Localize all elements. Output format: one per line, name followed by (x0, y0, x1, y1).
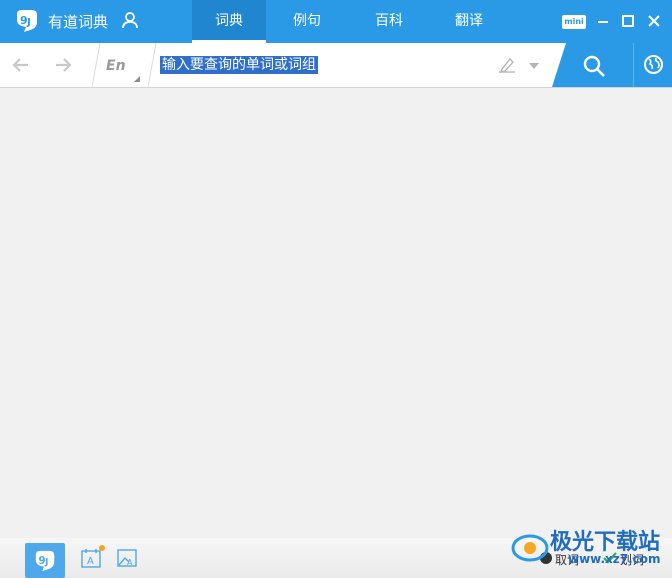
maximize-icon[interactable] (619, 12, 637, 30)
language-corner-icon (134, 76, 140, 82)
globe-icon (644, 55, 663, 74)
online-search-button[interactable] (633, 43, 672, 87)
language-toggle[interactable]: En (106, 54, 144, 78)
user-icon[interactable] (121, 11, 139, 29)
svg-text:A: A (127, 558, 133, 567)
close-icon[interactable] (645, 12, 663, 30)
search-input[interactable]: 输入要查询的单词或词组 (160, 54, 480, 76)
svg-text:J: J (44, 557, 48, 568)
minimize-icon[interactable] (594, 12, 612, 30)
search-input-text: 输入要查询的单词或词组 (160, 56, 318, 74)
back-arrow-icon[interactable] (11, 56, 31, 74)
tab-examples-label: 例句 (293, 13, 321, 29)
content-area (0, 88, 672, 538)
watermark-url: www.xz7.com (568, 552, 661, 566)
separator (91, 43, 101, 87)
search-icon (583, 55, 605, 77)
separator (147, 43, 157, 87)
dropdown-icon[interactable] (529, 63, 539, 69)
tab-translate-label: 翻译 (455, 13, 483, 29)
mini-mode-button[interactable]: mini (562, 15, 586, 29)
search-button[interactable] (552, 43, 634, 87)
notification-dot (99, 545, 105, 551)
image-translate-icon[interactable]: A (117, 548, 137, 568)
tab-dictionary[interactable]: 词典 (192, 0, 266, 43)
tab-encyclopedia-label: 百科 (375, 13, 403, 29)
title-bar: 9 J 有道词典 词典 例句 百科 翻译 mini (0, 0, 672, 43)
forward-arrow-icon[interactable] (53, 56, 73, 74)
handwriting-icon[interactable] (497, 56, 517, 74)
app-title: 有道词典 (48, 13, 109, 31)
dictionary-mode-button[interactable]: 9 J (25, 543, 65, 578)
youdao-logo-icon: 9 J (17, 10, 37, 32)
watermark-logo-icon (511, 534, 549, 562)
tab-encyclopedia[interactable]: 百科 (352, 0, 426, 43)
dictionary-mode-icon: 9 J (35, 550, 55, 572)
tab-examples[interactable]: 例句 (270, 0, 344, 43)
svg-text:A: A (87, 556, 94, 567)
tab-translate[interactable]: 翻译 (432, 0, 506, 43)
svg-text:J: J (26, 17, 31, 28)
tab-dictionary-label: 词典 (215, 13, 243, 29)
word-card-icon[interactable]: A (81, 548, 101, 568)
